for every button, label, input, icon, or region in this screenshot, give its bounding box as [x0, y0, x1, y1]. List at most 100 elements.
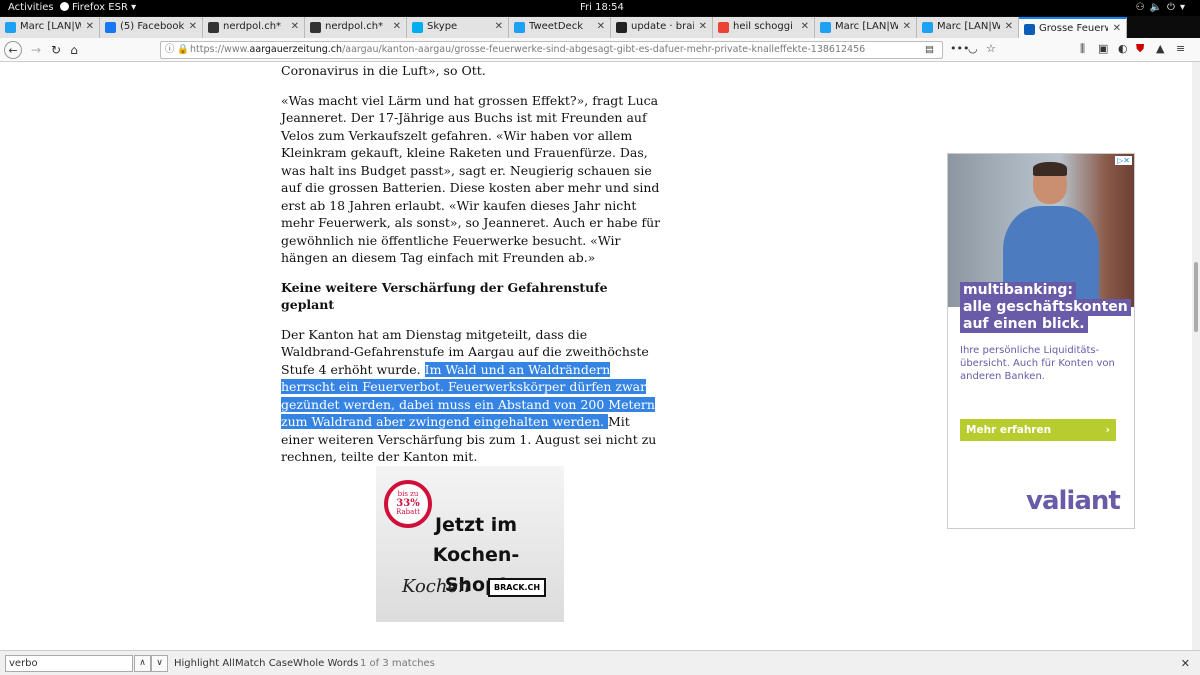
twitter-icon [922, 22, 933, 33]
ublock-icon[interactable]: ⛊ [1136, 42, 1144, 56]
tab-6[interactable]: update · braind ✕ [611, 17, 713, 38]
tweetdeck-icon [514, 22, 525, 33]
find-next-button[interactable]: ∨ [151, 655, 168, 672]
close-tab-icon[interactable]: ✕ [801, 21, 809, 32]
forward-button[interactable]: → [28, 41, 44, 59]
brack-logo: BRACK.CH [488, 578, 547, 597]
nerdpol-icon [208, 22, 219, 33]
tab-title: heil schoggi isl [733, 21, 796, 32]
site-info-icon[interactable]: ⓘ [165, 42, 175, 58]
bookmark-star-icon[interactable]: ☆ [986, 42, 996, 55]
highlight-all-toggle[interactable]: Highlight All [174, 658, 235, 669]
scrollbar-thumb[interactable] [1194, 262, 1198, 332]
tab-5[interactable]: TweetDeck ✕ [509, 17, 611, 38]
firefox-icon [60, 2, 69, 11]
valiant-logo: valiant [1026, 486, 1121, 516]
close-tab-icon[interactable]: ✕ [597, 21, 605, 32]
app-menu[interactable]: Firefox ESR ▾ [60, 2, 136, 13]
tab-8[interactable]: Marc [LAN|WA ✕ [815, 17, 917, 38]
sidebar-icon[interactable]: ▣ [1098, 42, 1108, 55]
close-tab-icon[interactable]: ✕ [393, 21, 401, 32]
clock[interactable]: Fri 18:54 [580, 2, 624, 13]
url-text[interactable]: https://www.aargauerzeitung.ch/aargau/ka… [190, 42, 865, 58]
menu-icon[interactable]: ≡ [1176, 42, 1185, 55]
tab-3[interactable]: nerdpol.ch* ✕ [305, 17, 407, 38]
url-bar[interactable]: ⓘ 🔒 https://www.aargauerzeitung.ch/aarga… [160, 41, 943, 59]
tab-strip: Marc [LAN|WA✕(5) Facebook✕nerdpol.ch*✕ne… [0, 16, 1200, 52]
reader-view-icon[interactable]: ▤ [925, 42, 934, 58]
tab-7[interactable]: heil schoggi isl ✕ [713, 17, 815, 38]
match-case-toggle[interactable]: Match Case [235, 658, 293, 669]
article-paragraph: Der Kanton hat am Dienstag mitgeteilt, d… [281, 326, 657, 464]
activities-button[interactable]: Activities [8, 2, 54, 13]
adchoices-icon[interactable]: ▷✕ [1115, 156, 1132, 165]
mehr-erfahren-button[interactable]: Mehr erfahren › [960, 419, 1116, 441]
library-icon[interactable]: ⫼ [1080, 42, 1085, 56]
network-icon: ⚇ [1135, 2, 1150, 13]
tab-title: Grosse Feuerw [1039, 23, 1108, 34]
close-tab-icon[interactable]: ✕ [903, 21, 911, 32]
system-tray[interactable]: ⚇🔈⏻▾ [1136, 2, 1190, 13]
tab-title: Skype [427, 21, 458, 32]
extension-2-icon[interactable]: ▲ [1156, 42, 1164, 55]
app-name: Firefox ESR [72, 2, 128, 13]
article-paragraph: Coronavirus in die Luft», so Ott. [281, 63, 486, 78]
close-tab-icon[interactable]: ✕ [291, 21, 299, 32]
close-tab-icon[interactable]: ✕ [1005, 21, 1013, 32]
system-top-bar: Activities Firefox ESR ▾ Fri 18:54 ⚇🔈⏻▾ [0, 0, 1200, 16]
chevron-right-icon: › [1105, 424, 1110, 436]
article-body: Coronavirus in die Luft», so Ott. «Was m… [281, 62, 661, 478]
reload-button[interactable]: ↻ [48, 41, 64, 59]
extension-icon[interactable]: ◐ [1118, 42, 1128, 55]
navigation-bar: ← → ↻ ⌂ ⓘ 🔒 https://www.aargauerzeitung.… [0, 38, 1200, 62]
google-icon [718, 22, 729, 33]
github-icon [616, 22, 627, 33]
tab-title: nerdpol.ch* [223, 21, 282, 32]
kochen-shop-ad[interactable]: bis zu 33% Rabatt Jetzt im Kochen-Shop! … [376, 466, 564, 622]
tab-title: Marc [LAN|WA [835, 21, 898, 32]
find-input[interactable]: verbo [5, 655, 133, 672]
page-scrollbar[interactable] [1192, 62, 1200, 650]
tab-title: Marc [LAN|WA [20, 21, 81, 32]
pocket-icon[interactable]: ◡ [968, 42, 978, 55]
article-subheading: Keine weitere Verschärfung der Gefahrens… [281, 279, 608, 313]
back-button[interactable]: ← [4, 41, 22, 59]
close-tab-icon[interactable]: ✕ [189, 21, 197, 32]
lock-icon[interactable]: 🔒 [177, 42, 189, 58]
tab-title: (5) Facebook [120, 21, 184, 32]
valiant-ad[interactable]: ▷✕ multibanking: alle geschäftskonten au… [947, 153, 1135, 529]
twitter-icon [820, 22, 831, 33]
tab-title: update · braind [631, 21, 694, 32]
tab-1[interactable]: (5) Facebook ✕ [100, 17, 203, 38]
home-button[interactable]: ⌂ [66, 41, 82, 59]
az-icon [1024, 24, 1035, 35]
tab-title: nerdpol.ch* [325, 21, 384, 32]
ad-script-text: Kochen [402, 576, 470, 597]
ad-headline: multibanking: alle geschäftskonten auf e… [960, 282, 1131, 333]
nerdpol-icon [310, 22, 321, 33]
skype-icon [412, 22, 423, 33]
facebook-icon [105, 22, 116, 33]
tab-4[interactable]: Skype ✕ [407, 17, 509, 38]
find-bar: verbo ∧ ∨ Highlight All Match Case Whole… [0, 650, 1200, 675]
volume-icon: 🔈 [1149, 2, 1168, 13]
tab-0[interactable]: Marc [LAN|WA ✕ [0, 17, 100, 38]
tab-title: Marc [LAN|WA [937, 21, 1000, 32]
close-tab-icon[interactable]: ✕ [86, 21, 94, 32]
ad-subtext: Ihre persönliche Liquiditäts-übersicht. … [960, 345, 1115, 382]
tab-10[interactable]: Grosse Feuerw ✕ [1019, 17, 1127, 38]
tab-9[interactable]: Marc [LAN|WA ✕ [917, 17, 1019, 38]
close-tab-icon[interactable]: ✕ [1113, 23, 1121, 34]
find-previous-button[interactable]: ∧ [134, 655, 151, 672]
find-match-count: 1 of 3 matches [360, 658, 435, 669]
article-paragraph: «Was macht viel Lärm und hat grossen Eff… [281, 92, 661, 266]
page-actions-icon[interactable]: ••• [950, 42, 969, 55]
power-icon: ⏻ [1167, 2, 1180, 13]
whole-words-toggle[interactable]: Whole Words [293, 658, 358, 669]
close-find-bar-icon[interactable]: ✕ [1181, 657, 1190, 670]
twitter-icon [5, 22, 16, 33]
close-tab-icon[interactable]: ✕ [495, 21, 503, 32]
tab-2[interactable]: nerdpol.ch* ✕ [203, 17, 305, 38]
close-tab-icon[interactable]: ✕ [699, 21, 707, 32]
tab-title: TweetDeck [529, 21, 583, 32]
